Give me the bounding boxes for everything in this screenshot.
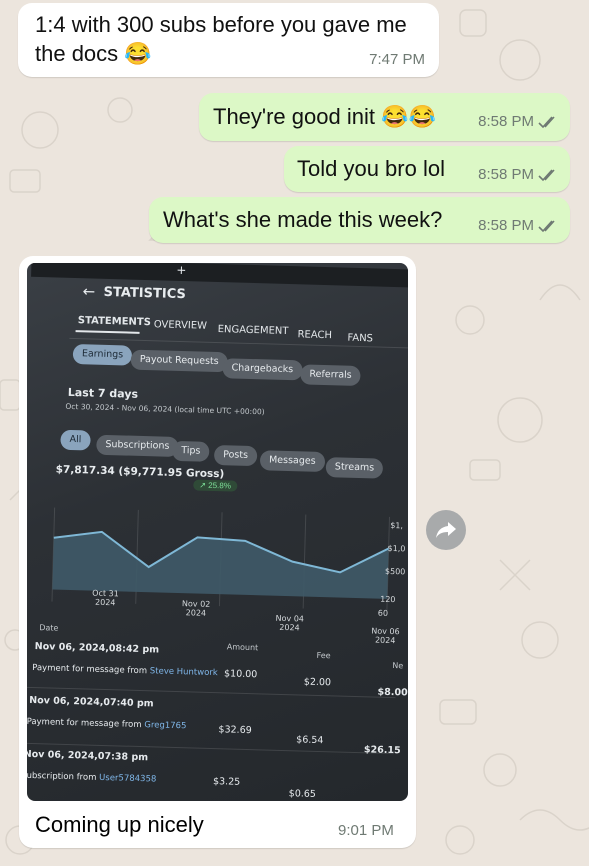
tab-statements: STATEMENTS bbox=[77, 315, 152, 329]
subtab-earnings: Earnings bbox=[72, 344, 133, 366]
filter-messages: Messages bbox=[259, 450, 325, 473]
row-date: Nov 06, 2024,07:40 pm bbox=[29, 694, 154, 710]
tab-reach: REACH bbox=[297, 329, 333, 342]
period-title: Last 7 days bbox=[67, 385, 139, 401]
x-axis-tick: Oct 31 2024 bbox=[92, 588, 119, 608]
period-range: Oct 30, 2024 - Nov 06, 2024 (local time … bbox=[65, 401, 265, 417]
count-line bbox=[51, 608, 387, 612]
row-date: Nov 06, 2024,08:42 pm bbox=[34, 641, 160, 656]
double-check-icon bbox=[538, 168, 555, 181]
count-area bbox=[51, 609, 387, 612]
subtab-referrals: Referrals bbox=[300, 364, 361, 387]
outgoing-message-bubble[interactable]: They're good init 😂😂 8:58 PM bbox=[199, 93, 570, 141]
table-header-amount: Amount bbox=[226, 642, 259, 653]
x-axis-tick: Nov 02 2024 bbox=[181, 599, 211, 618]
statistics-title: STATISTICS bbox=[103, 284, 187, 303]
y-axis-label: $1,0 bbox=[387, 543, 406, 554]
subtab-payout-requests: Payout Requests bbox=[130, 349, 228, 373]
row-date: Nov 06, 2024,07:38 pm bbox=[27, 748, 149, 764]
y-axis-label: $500 bbox=[384, 566, 406, 577]
double-check-icon bbox=[538, 219, 555, 232]
incoming-message-bubble[interactable]: 1:4 with 300 subs before you gave me the… bbox=[18, 3, 439, 77]
tab-engagement: ENGAGEMENT bbox=[217, 324, 289, 338]
y-axis-label: 60 bbox=[377, 608, 389, 618]
x-axis-tick: Nov 04 2024 bbox=[275, 613, 305, 633]
tab-overview: OVERVIEW bbox=[153, 319, 208, 332]
table-header-net: Ne bbox=[392, 661, 404, 671]
message-text: They're good init 😂😂 bbox=[213, 104, 436, 129]
row-net: $26.15 bbox=[363, 744, 401, 757]
x-axis-tick: Nov 06 2024 bbox=[371, 626, 400, 646]
filter-subscriptions: Subscriptions bbox=[96, 434, 179, 457]
tab-fans: FANS bbox=[347, 332, 374, 345]
y-axis-label: 120 bbox=[380, 594, 396, 605]
double-check-icon bbox=[538, 115, 555, 128]
filter-posts: Posts bbox=[213, 444, 258, 467]
outgoing-message-bubble[interactable]: Told you bro lol 8:58 PM bbox=[284, 146, 570, 192]
y-axis-label: $1, bbox=[390, 520, 404, 531]
message-text: What's she made this week? bbox=[163, 207, 443, 232]
row-description: Subscription from User5784358 bbox=[27, 770, 157, 785]
filter-streams: Streams bbox=[325, 457, 384, 479]
table-header-fee: Fee bbox=[316, 650, 331, 661]
row-amount: $10.00 bbox=[223, 668, 258, 681]
row-description: Payment for message from Steve Huntwork bbox=[32, 662, 218, 679]
outgoing-message-bubble[interactable]: What's she made this week? 8:58 PM bbox=[149, 197, 570, 243]
row-description: Payment for message from Greg1765 bbox=[27, 716, 187, 732]
message-timestamp: 8:58 PM bbox=[478, 166, 558, 183]
forward-icon bbox=[436, 522, 456, 538]
row-fee: $6.54 bbox=[296, 734, 324, 747]
chart-gridline bbox=[302, 514, 307, 612]
back-arrow-icon: ← bbox=[82, 282, 96, 301]
row-amount: $32.69 bbox=[218, 724, 252, 737]
row-fee: $0.65 bbox=[288, 788, 317, 800]
earnings-total: $7,817.34 ($9,771.95 Gross) bbox=[55, 463, 225, 481]
forward-button[interactable] bbox=[426, 510, 466, 550]
photo-attachment[interactable]: + ← STATISTICS STATEMENTS OVERVIEW ENGAG… bbox=[27, 263, 408, 801]
message-timestamp: 8:58 PM bbox=[478, 113, 558, 130]
table-header-date: Date bbox=[39, 623, 59, 633]
photo-caption: Coming up nicely bbox=[35, 812, 204, 837]
message-timestamp: 9:01 PM bbox=[338, 822, 394, 839]
earnings-chart bbox=[50, 507, 390, 612]
row-amount: $3.25 bbox=[212, 776, 241, 788]
message-timestamp: 8:58 PM bbox=[478, 217, 558, 234]
filter-tips: Tips bbox=[171, 440, 210, 462]
active-tab-underline bbox=[75, 330, 140, 334]
message-text: Told you bro lol bbox=[297, 156, 445, 181]
plus-icon: + bbox=[176, 263, 187, 278]
message-timestamp: 7:47 PM bbox=[369, 51, 425, 68]
row-fee: $2.00 bbox=[303, 676, 332, 689]
subtab-chargebacks: Chargebacks bbox=[222, 358, 303, 381]
filter-all: All bbox=[60, 429, 91, 451]
